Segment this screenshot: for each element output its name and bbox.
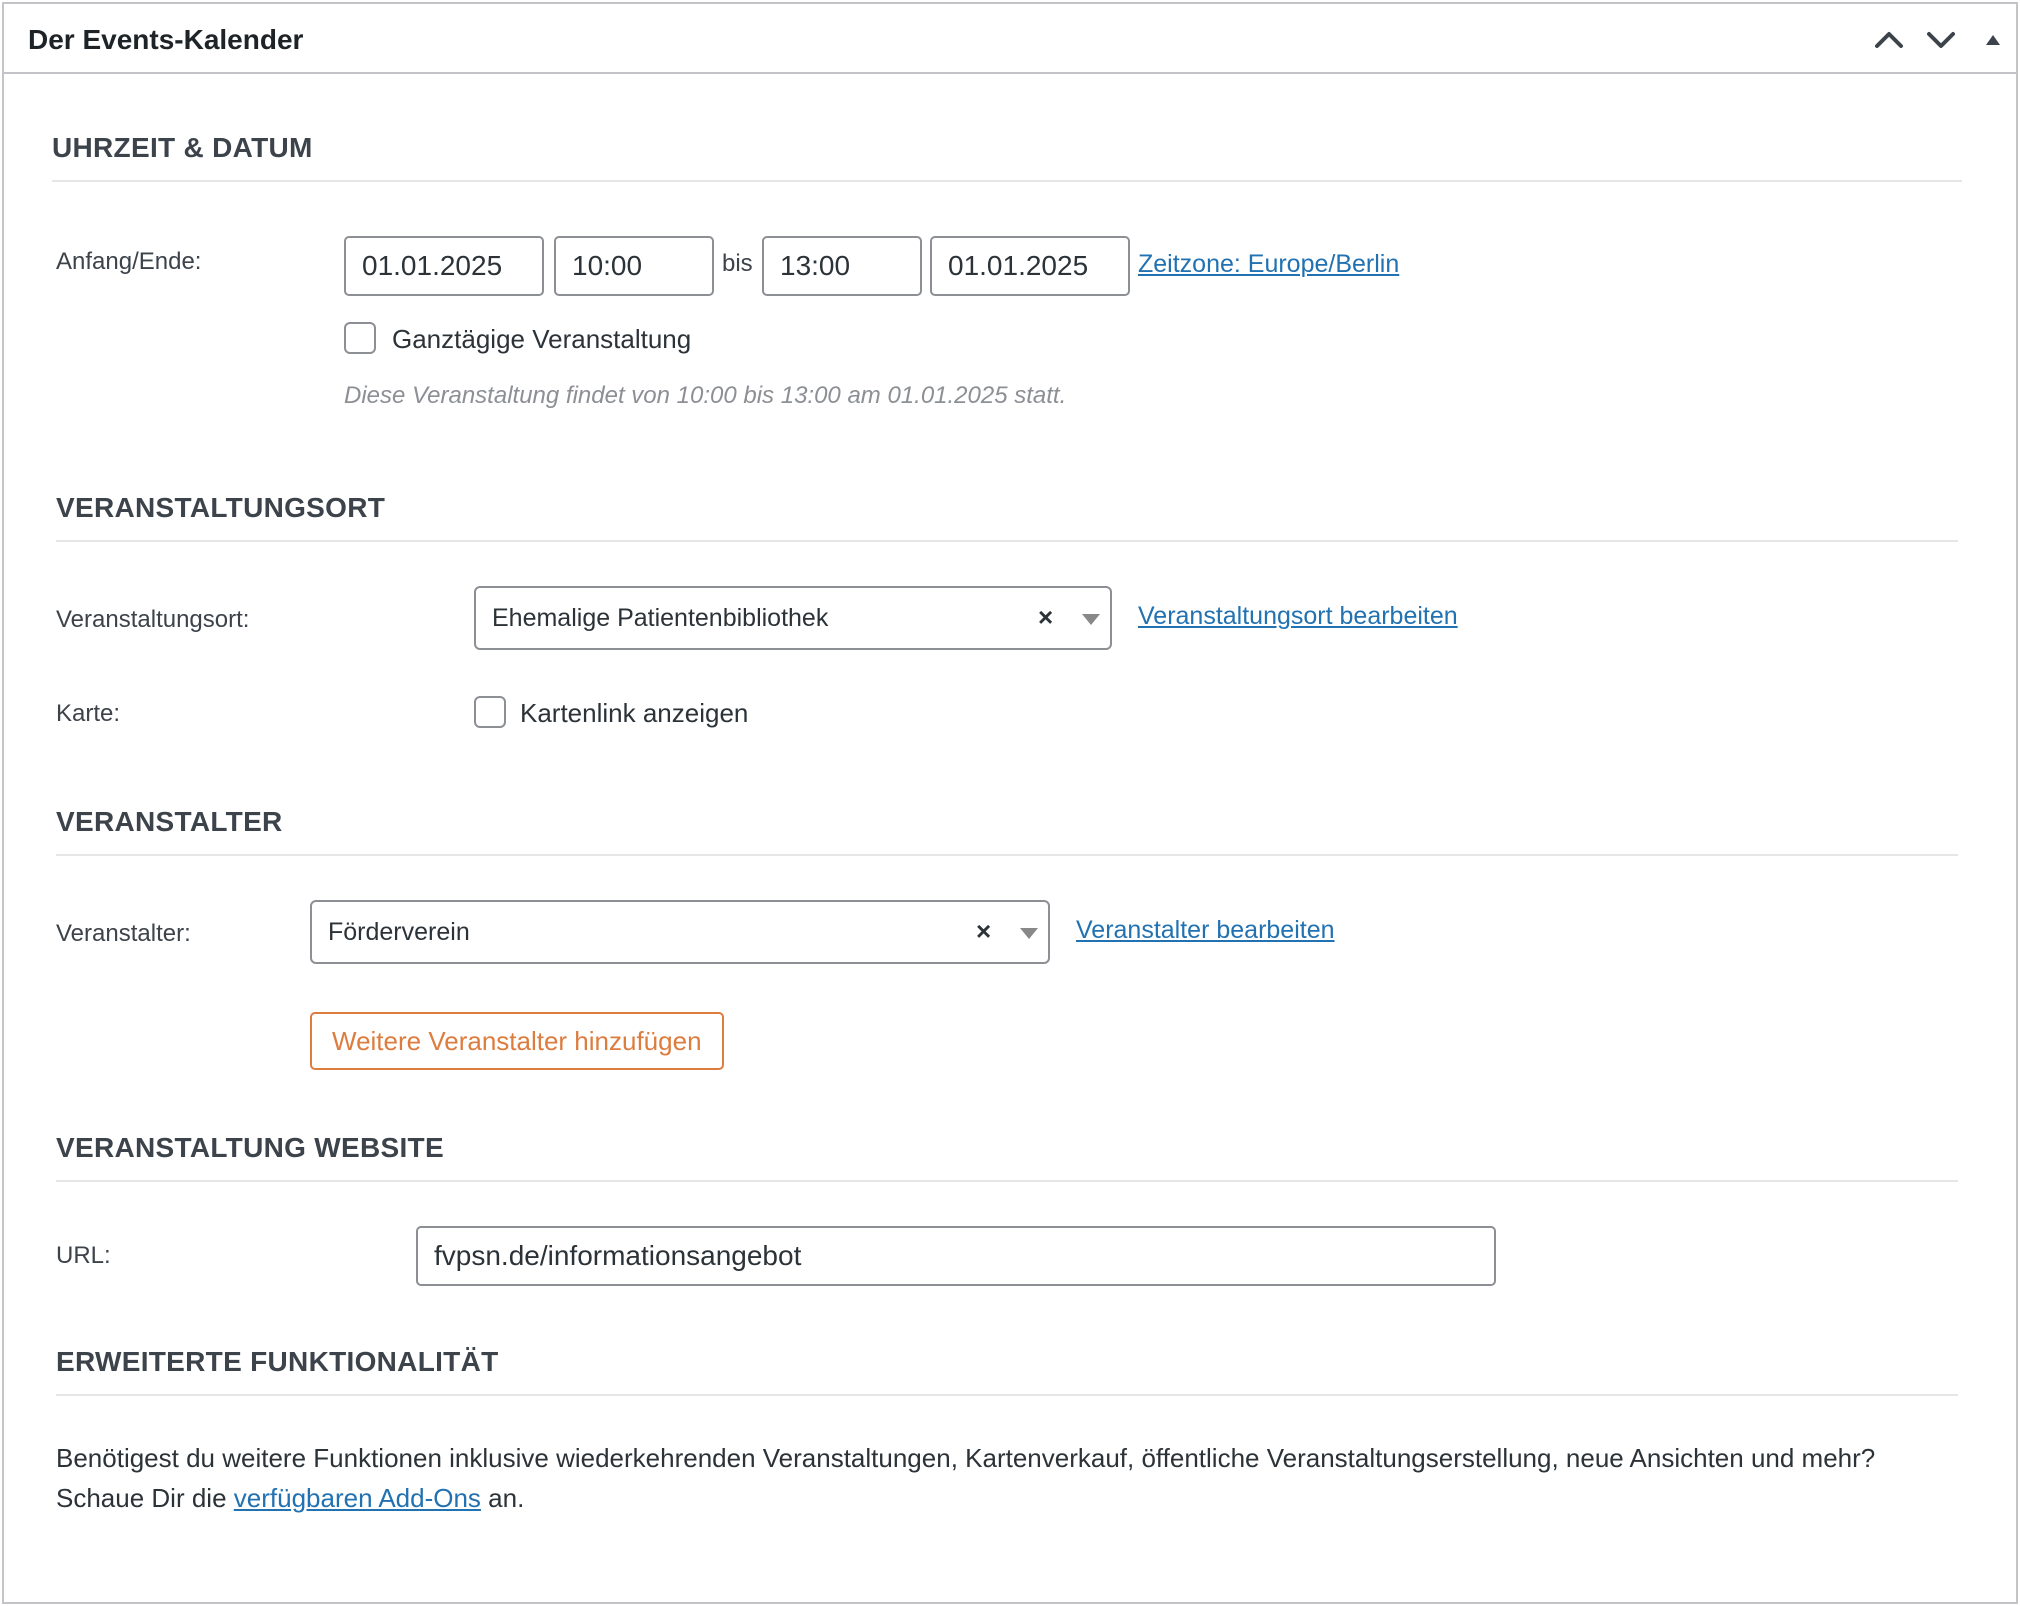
add-organizer-button[interactable]: Weitere Veranstalter hinzufügen bbox=[310, 1012, 724, 1070]
venue-section-title: VERANSTALTUNGSORT bbox=[56, 492, 386, 523]
url-label: URL: bbox=[56, 1242, 111, 1269]
map-link-checkbox[interactable] bbox=[474, 696, 506, 728]
toggle-arrow-icon bbox=[1986, 35, 2000, 45]
venue-select[interactable]: Ehemalige Patientenbibliothek × bbox=[474, 586, 1112, 650]
venue-label: Veranstaltungsort: bbox=[56, 606, 250, 633]
extended-divider bbox=[56, 1394, 1958, 1396]
organizer-clear-icon[interactable]: × bbox=[976, 916, 991, 947]
addons-text-after: an. bbox=[480, 1483, 525, 1513]
venue-clear-icon[interactable]: × bbox=[1038, 602, 1053, 633]
map-label: Karte: bbox=[56, 700, 121, 727]
panel-header: Der Events-Kalender bbox=[4, 4, 2016, 74]
venue-selected-value: Ehemalige Patientenbibliothek bbox=[492, 604, 829, 632]
chevron-up-icon bbox=[1875, 32, 1903, 48]
end-time-input[interactable] bbox=[762, 236, 922, 296]
map-link-label: Kartenlink anzeigen bbox=[520, 698, 749, 728]
event-time-summary: Diese Veranstaltung findet von 10:00 bis… bbox=[344, 382, 1067, 409]
organizer-selected-value: Förderverein bbox=[328, 918, 470, 946]
move-up-button[interactable] bbox=[1872, 24, 1906, 56]
timezone-link[interactable]: Zeitzone: Europe/Berlin bbox=[1138, 250, 1399, 279]
toggle-panel-button[interactable] bbox=[1976, 24, 2010, 56]
all-day-checkbox[interactable] bbox=[344, 322, 376, 354]
venue-dropdown-arrow-icon[interactable] bbox=[1082, 614, 1100, 625]
start-end-label: Anfang/Ende: bbox=[56, 248, 202, 275]
datetime-divider bbox=[52, 180, 1962, 182]
datetime-section-title: UHRZEIT & DATUM bbox=[52, 132, 313, 163]
organizer-dropdown-arrow-icon[interactable] bbox=[1020, 928, 1038, 939]
venue-divider bbox=[56, 540, 1958, 542]
addons-paragraph: Benötigest du weitere Funktionen inklusi… bbox=[56, 1438, 1936, 1518]
website-section-title: VERANSTALTUNG WEBSITE bbox=[56, 1132, 444, 1163]
move-down-button[interactable] bbox=[1924, 24, 1958, 56]
organizer-section-title: VERANSTALTER bbox=[56, 806, 283, 837]
organizer-label: Veranstalter: bbox=[56, 920, 191, 947]
url-input[interactable] bbox=[416, 1226, 1496, 1286]
end-date-input[interactable] bbox=[930, 236, 1130, 296]
events-calendar-panel: Der Events-Kalender UHRZEIT & DATUM Anfa… bbox=[2, 2, 2018, 1604]
all-day-label: Ganztägige Veranstaltung bbox=[392, 324, 692, 354]
start-time-input[interactable] bbox=[554, 236, 714, 296]
addons-link[interactable]: verfügbaren Add-Ons bbox=[234, 1483, 481, 1513]
date-range-separator: bis bbox=[722, 250, 753, 277]
organizer-select[interactable]: Förderverein × bbox=[310, 900, 1050, 964]
website-divider bbox=[56, 1180, 1958, 1182]
panel-title: Der Events-Kalender bbox=[28, 24, 304, 55]
chevron-down-icon bbox=[1927, 32, 1955, 48]
edit-organizer-link[interactable]: Veranstalter bearbeiten bbox=[1076, 916, 1335, 945]
organizer-divider bbox=[56, 854, 1958, 856]
extended-section-title: ERWEITERTE FUNKTIONALITÄT bbox=[56, 1346, 499, 1377]
edit-venue-link[interactable]: Veranstaltungsort bearbeiten bbox=[1138, 602, 1458, 631]
start-date-input[interactable] bbox=[344, 236, 544, 296]
